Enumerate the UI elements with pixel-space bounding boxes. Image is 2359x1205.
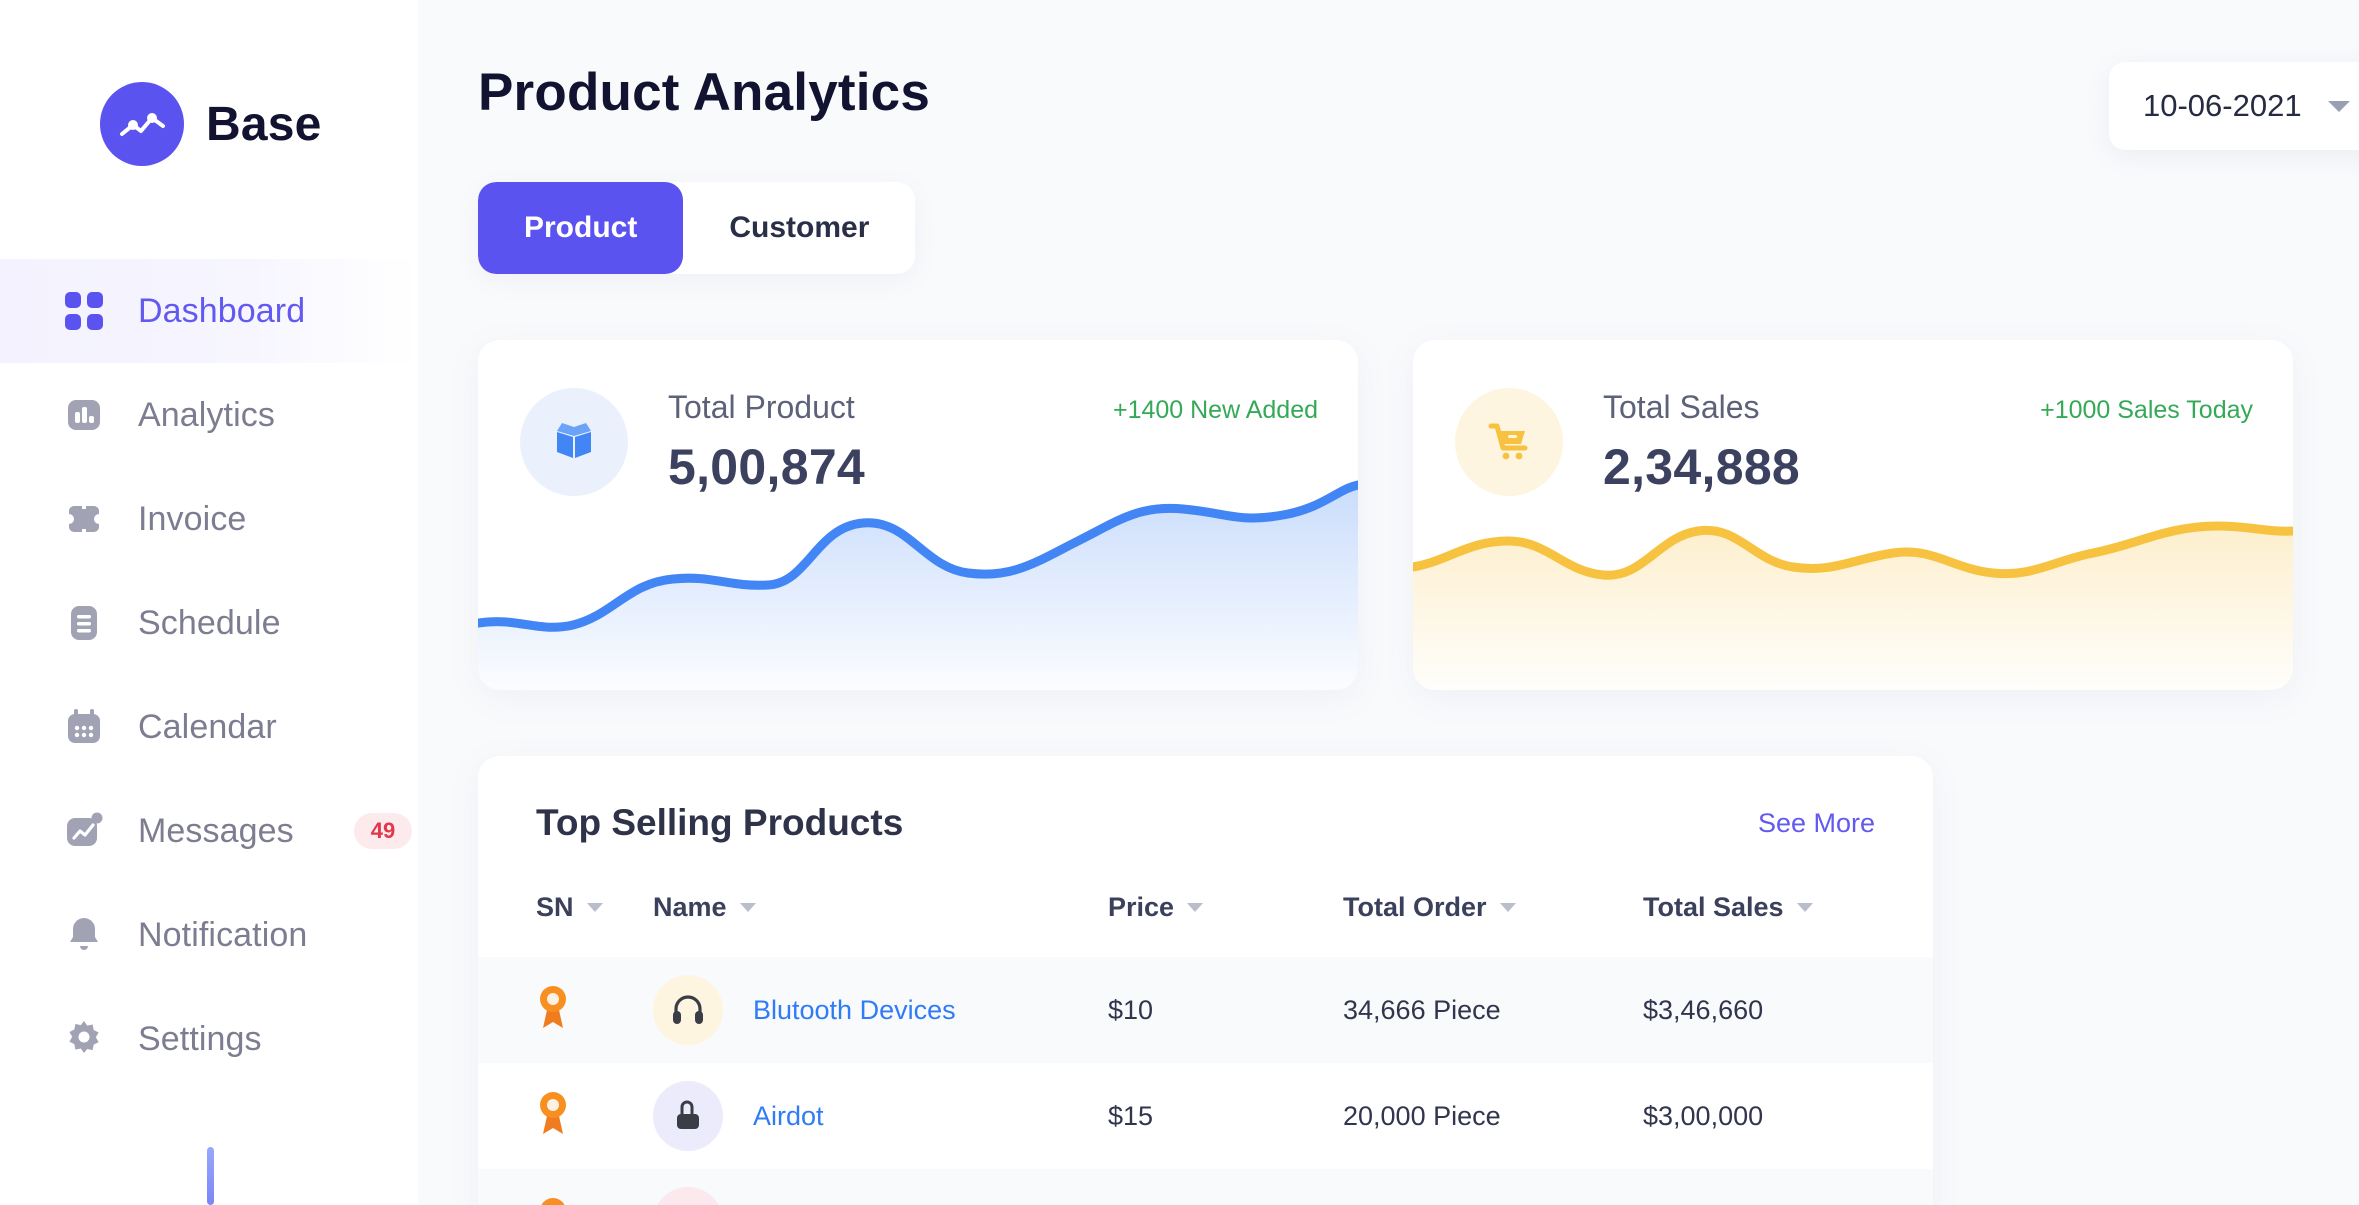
stat-cards-row: Total Product +1400 New Added 5,00,874 T…: [478, 340, 2359, 690]
grid-icon: [62, 289, 106, 333]
column-label: Total Order: [1343, 892, 1487, 922]
sort-caret-icon: [1187, 903, 1204, 912]
medal-ribbon-icon: [536, 1091, 570, 1142]
page-title: Product Analytics: [478, 63, 931, 122]
product-name-link[interactable]: Airdot: [753, 1101, 824, 1132]
column-header-price[interactable]: Price: [1108, 892, 1343, 957]
cell-total-order: [1343, 1169, 1643, 1205]
shopping-cart-icon: [1455, 388, 1563, 496]
sidebar-scroll-indicator[interactable]: [207, 1147, 214, 1205]
sort-caret-icon: [586, 903, 603, 912]
cell-total-sales: [1643, 1169, 1933, 1205]
ticket-icon: [62, 497, 106, 541]
sidebar-item-calendar[interactable]: Calendar: [0, 675, 418, 779]
chat-chart-icon: [62, 809, 106, 853]
sort-caret-icon: [1796, 903, 1813, 912]
column-header-total-order[interactable]: Total Order: [1343, 892, 1643, 957]
stat-card-total-sales[interactable]: Total Sales +1000 Sales Today 2,34,888: [1413, 340, 2293, 690]
stat-value: 5,00,874: [668, 438, 866, 495]
stat-value: 2,34,888: [1603, 438, 1801, 495]
bar-chart-icon: [62, 393, 106, 437]
sidebar-item-label: Dashboard: [138, 291, 306, 330]
topbar: Product Analytics: [418, 0, 2359, 123]
column-label: SN: [536, 892, 574, 922]
medal-ribbon-icon: [536, 985, 570, 1036]
sidebar-item-label: Schedule: [138, 603, 281, 642]
table-header-row: SN Name Price Total Order Total Sales: [478, 892, 1933, 957]
column-label: Total Sales: [1643, 892, 1784, 922]
cell-price: $10: [1108, 957, 1343, 1063]
table-row[interactable]: Blutooth Devices $10 34,666 Piece $3,46,…: [478, 957, 1933, 1063]
sidebar-item-label: Notification: [138, 915, 308, 954]
column-header-total-sales[interactable]: Total Sales: [1643, 892, 1933, 957]
cell-total-sales: $3,00,000: [1643, 1100, 1764, 1131]
stat-card-total-product[interactable]: Total Product +1400 New Added 5,00,874: [478, 340, 1358, 690]
sidebar-item-settings[interactable]: Settings: [0, 987, 418, 1091]
top-selling-products-card: Top Selling Products See More SN Name Pr…: [478, 756, 1933, 1205]
sidebar-item-notification[interactable]: Notification: [0, 883, 418, 987]
sidebar-item-invoice[interactable]: Invoice: [0, 467, 418, 571]
tab-product[interactable]: Product: [478, 182, 684, 274]
cell-sn: [478, 1169, 653, 1205]
sidebar-item-label: Invoice: [138, 499, 247, 538]
sidebar-item-label: Messages: [138, 811, 294, 850]
product-icon: [653, 1187, 723, 1205]
bell-icon: [62, 913, 106, 957]
sidebar: Base Dashboard Analytics Invoice Schedul…: [0, 0, 418, 1205]
see-more-link[interactable]: See More: [1758, 808, 1875, 839]
cell-sn: [478, 1063, 653, 1169]
table-title: Top Selling Products: [536, 802, 904, 843]
total-sales-sparkline: [1413, 521, 2293, 690]
table-row[interactable]: Airdot $15 20,000 Piece $3,00,000: [478, 1063, 1933, 1169]
sidebar-item-messages[interactable]: Messages 49: [0, 779, 418, 883]
sidebar-item-analytics[interactable]: Analytics: [0, 363, 418, 467]
column-label: Price: [1108, 892, 1175, 922]
column-label: Name: [653, 892, 727, 922]
cell-price: $15: [1108, 1100, 1154, 1131]
brand[interactable]: Base: [0, 0, 418, 166]
sort-caret-icon: [739, 903, 756, 912]
table-row[interactable]: [478, 1169, 1933, 1205]
product-name-link[interactable]: Blutooth Devices: [753, 995, 956, 1026]
products-table: SN Name Price Total Order Total Sales Bl…: [478, 892, 1933, 1205]
column-header-sn[interactable]: SN: [478, 892, 653, 957]
chevron-down-icon: [2327, 100, 2350, 112]
sidebar-item-label: Calendar: [138, 707, 277, 746]
cell-total-order: 34,666 Piece: [1343, 957, 1643, 1063]
stat-label: Total Sales: [1603, 388, 1760, 425]
cell-total-order: 20,000 Piece: [1343, 1100, 1501, 1131]
cell-sn: [478, 957, 653, 1063]
sidebar-item-dashboard[interactable]: Dashboard: [0, 259, 418, 363]
total-product-sparkline: [478, 480, 1358, 690]
document-icon: [62, 601, 106, 645]
column-header-name[interactable]: Name: [653, 892, 1108, 957]
cell-name: Blutooth Devices: [653, 957, 1108, 1063]
tab-customer[interactable]: Customer: [683, 182, 915, 274]
view-tabs: Product Customer: [478, 182, 916, 274]
headphones-icon: [653, 975, 723, 1045]
calendar-icon: [62, 705, 106, 749]
cell-name: Airdot: [653, 1063, 1108, 1169]
cell-price: [1108, 1169, 1343, 1205]
stat-delta: +1000 Sales Today: [2040, 395, 2253, 424]
open-box-icon: [520, 388, 628, 496]
gear-icon: [62, 1017, 106, 1061]
stat-label: Total Product: [668, 388, 855, 425]
messages-badge: 49: [353, 813, 413, 849]
date-picker[interactable]: 10-06-2021: [2109, 62, 2359, 150]
line-chart-circle-logo: [100, 82, 184, 166]
sort-caret-icon: [1499, 903, 1516, 912]
sidebar-item-label: Analytics: [138, 395, 275, 434]
earbuds-case-icon: [653, 1081, 723, 1151]
cell-name: [653, 1169, 1108, 1205]
dashboard-app: Base Dashboard Analytics Invoice Schedul…: [0, 0, 2359, 1205]
brand-name: Base: [206, 97, 322, 151]
sidebar-nav: Dashboard Analytics Invoice Schedule Cal…: [0, 259, 418, 1091]
sidebar-item-schedule[interactable]: Schedule: [0, 571, 418, 675]
stat-delta: +1400 New Added: [1112, 395, 1318, 424]
main-content: Product Analytics 10-06-2021 Product Cus…: [418, 0, 2359, 1205]
sidebar-item-label: Settings: [138, 1019, 262, 1058]
cell-total-sales: $3,46,660: [1643, 957, 1933, 1063]
date-picker-value: 10-06-2021: [2143, 88, 2302, 123]
